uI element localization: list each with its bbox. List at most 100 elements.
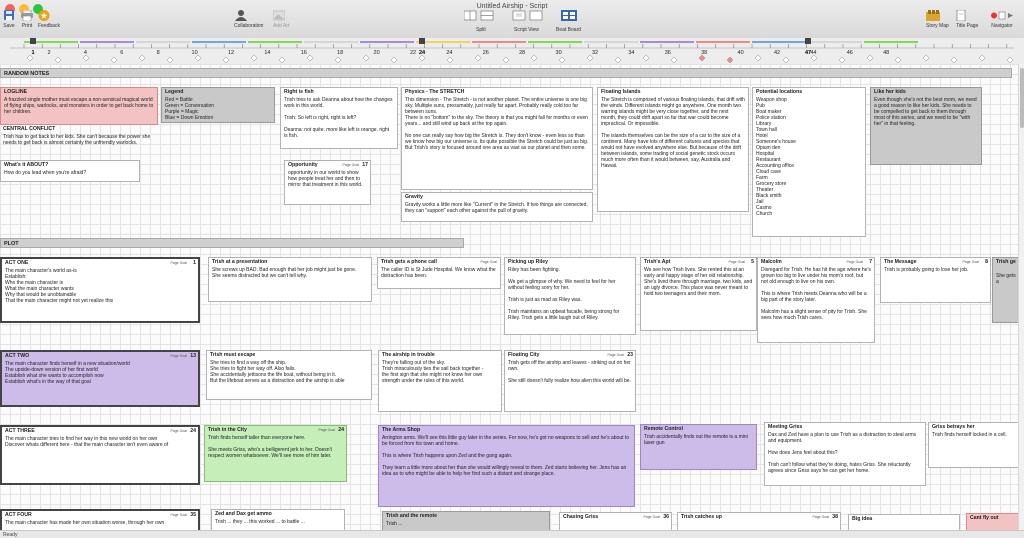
card-trish-catches-up[interactable]: Trish catches up Page Goal 38 — [677, 512, 841, 530]
scene-marker[interactable] — [922, 54, 930, 62]
scene-marker[interactable] — [250, 54, 258, 62]
act-marker[interactable] — [30, 38, 36, 44]
split-button[interactable]: Split — [476, 27, 486, 33]
add-art-button[interactable]: Add Art — [273, 10, 289, 29]
note-logline[interactable]: LOGLINE A frazzled single mother must es… — [0, 87, 158, 125]
card-title: ACT ONE Page Goal 1 — [2, 259, 198, 268]
scene-marker[interactable] — [782, 56, 790, 64]
card-cant-fly-out[interactable]: Cant fly out — [966, 513, 1018, 530]
scene-marker[interactable] — [334, 56, 342, 64]
story-map-button[interactable]: Story Map — [926, 10, 949, 29]
card-act-four[interactable]: ACT FOUR Page Goal 35 The main character h… — [0, 509, 200, 530]
scene-marker[interactable] — [54, 56, 62, 64]
note-physics-stretch[interactable]: Physics - The STRETCH This dimension - T… — [401, 87, 593, 190]
scene-marker[interactable] — [138, 54, 146, 62]
card-title-text: Trish in the City — [208, 427, 247, 433]
section-random-notes[interactable]: RANDOM NOTES — [0, 68, 1012, 78]
note-whats-it-about[interactable]: What's it ABOUT? How do you lead when yo… — [0, 160, 140, 182]
card-trish-gets[interactable]: Trish ge She gets a — [992, 257, 1018, 323]
note-opportunity[interactable]: Opportunity Page Goal 17 opportunity in ou… — [284, 160, 371, 205]
note-like-her-kids[interactable]: Like her kids Even though she's not the … — [870, 87, 982, 165]
feedback-button[interactable]: Feedback — [38, 10, 60, 29]
card-trishs-apt[interactable]: Trish's Apt Page Goal 5 We see how Trish l… — [640, 257, 757, 331]
card-airship-in-trouble[interactable]: The airship in trouble They're falling o… — [378, 350, 502, 412]
card-act-one[interactable]: ACT ONE Page Goal 1 The main character's w… — [0, 257, 200, 323]
scene-marker[interactable] — [110, 56, 118, 64]
scene-marker[interactable] — [474, 54, 482, 62]
card-picking-up-riley[interactable]: Picking up Riley Riley has been fighting… — [504, 257, 636, 335]
timeline-ruler[interactable]: 2 4 6 8 10 12 14 16 18 20 22 24 26 28 30 32 34 36 38 40 42 44… — [0, 38, 1024, 65]
scene-marker[interactable] — [866, 54, 874, 62]
note-legend[interactable]: Legend Red = Battle Green = Conversation P… — [161, 87, 275, 123]
scene-marker[interactable] — [446, 56, 454, 64]
scene-marker[interactable] — [222, 56, 230, 64]
card-chasing-griss[interactable]: Chasing Griss Page Goal 36 — [559, 512, 672, 530]
beat-board-button[interactable]: Beat Board — [556, 27, 581, 33]
scrollbar-thumb[interactable] — [1020, 68, 1024, 128]
scene-marker[interactable] — [306, 54, 314, 62]
card-phone-call[interactable]: Trish gets a phone call Page Goal The cal… — [377, 257, 501, 289]
scene-marker[interactable] — [838, 56, 846, 64]
scene-marker[interactable] — [1006, 56, 1014, 64]
status-bar: Ready — [0, 530, 1024, 538]
collaboration-button[interactable]: Collaboration — [234, 10, 263, 29]
scene-marker[interactable] — [978, 54, 986, 62]
scene-marker[interactable] — [530, 54, 538, 62]
note-right-is-fish[interactable]: Right is fish Trish tries to ask Deanna … — [280, 87, 398, 149]
act-marker[interactable] — [805, 38, 811, 44]
scene-marker[interactable] — [390, 56, 398, 64]
print-button[interactable]: Print — [21, 10, 33, 29]
card-must-escape[interactable]: Trish must escape She tries to find a wa… — [206, 350, 372, 400]
card-trish-and-remote[interactable]: Trish and the remote Trish ... — [382, 511, 550, 530]
scene-marker[interactable] — [166, 56, 174, 64]
title-page-button[interactable]: Title Page — [956, 10, 978, 29]
note-floating-islands[interactable]: Floating Islands The Stretch is comprise… — [597, 87, 749, 212]
page-goal-label: Page Goal — [480, 260, 497, 264]
scene-marker[interactable] — [278, 56, 286, 64]
card-floating-city[interactable]: Floating City Page Goal 23 Trish gets off … — [504, 350, 636, 412]
card-trish-in-the-city[interactable]: Trish in the City Page Goal 24 Trish finds… — [204, 425, 347, 482]
note-potential-locations[interactable]: Potential locations Weapon shop Pub Boat m… — [752, 87, 866, 237]
scene-color-strip — [584, 41, 638, 43]
card-title: Trish gets a phone call Page Goal — [378, 258, 500, 267]
scene-marker[interactable] — [950, 56, 958, 64]
legend-list: Red = Battle Green = Conversation Purple =… — [162, 97, 274, 122]
card-zed-dax-ammo[interactable]: Zed and Dax get ammo Trish ... they ... … — [211, 509, 345, 530]
card-body: The Stretch is comprised of various floa… — [601, 97, 745, 169]
card-act-three[interactable]: ACT THREE Page Goal 24 The main character … — [0, 425, 200, 485]
card-griss-betrays[interactable]: Griss betrays her Trish finds herself lo… — [928, 422, 1018, 468]
card-malcolm[interactable]: Malcolm Page Goal 7 Disregard for Trish. H… — [757, 257, 875, 343]
note-central-conflict[interactable]: CENTRAL CONFLICT Trish has to get back t… — [0, 125, 158, 158]
script-view-button[interactable]: Script View — [514, 27, 539, 33]
card-remote-control[interactable]: Remote Control Trish accidentally finds … — [640, 424, 757, 470]
scene-marker[interactable] — [362, 54, 370, 62]
card-body: Trish accidentally finds out the remote … — [644, 434, 750, 446]
navigator-button[interactable]: Navigator — [990, 10, 1014, 29]
scene-marker[interactable] — [894, 56, 902, 64]
card-big-idea[interactable]: Big idea — [848, 514, 960, 530]
scene-marker[interactable] — [754, 54, 762, 62]
scene-marker[interactable] — [614, 56, 622, 64]
act-marker[interactable] — [419, 38, 425, 44]
scene-marker[interactable] — [670, 56, 678, 64]
save-button[interactable]: Save — [3, 10, 15, 29]
card-act-two[interactable]: ACT TWO Page Goal 13 The main character fi… — [0, 350, 200, 407]
vertical-scrollbar[interactable] — [1018, 64, 1024, 530]
scene-marker[interactable] — [502, 56, 510, 64]
beat-board-canvas[interactable]: RANDOM NOTES LOGLINE A frazzled single m… — [0, 64, 1018, 530]
card-arms-shop[interactable]: The Arms Shop Arrington arms. We'll see … — [378, 425, 635, 507]
timeline-page-label: 32 — [592, 50, 598, 56]
timeline-page-label: 26 — [483, 50, 489, 56]
scene-marker[interactable] — [726, 56, 734, 64]
card-body: A frazzled single mother must escape a n… — [4, 97, 155, 115]
card-the-message[interactable]: The Message Page Goal 8 Trish is probably … — [880, 257, 991, 303]
note-gravity[interactable]: Gravity Gravity works a little more like… — [401, 192, 593, 222]
printer-icon — [21, 10, 33, 21]
scene-marker[interactable] — [642, 54, 650, 62]
scene-marker[interactable] — [558, 56, 566, 64]
section-plot[interactable]: PLOT — [0, 238, 464, 248]
card-body: The main character finds herself in a ne… — [5, 361, 130, 385]
card-meeting-griss[interactable]: Meeting Griss Dax and Zed have a plan to… — [764, 422, 926, 486]
timeline-page-label: 12 — [228, 50, 234, 56]
card-trish-presentation[interactable]: Trish at a presentation She screws up BA… — [208, 257, 372, 302]
